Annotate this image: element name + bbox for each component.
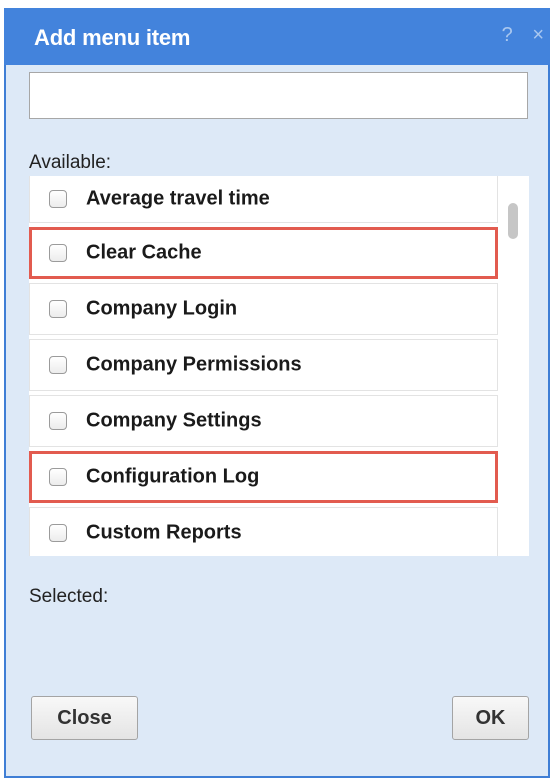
checkbox[interactable] bbox=[49, 412, 67, 430]
titlebar-icons: ? × bbox=[488, 24, 544, 47]
help-icon[interactable]: ? bbox=[502, 24, 513, 47]
available-list[interactable]: Average travel time Clear Cache Company Lo… bbox=[29, 176, 529, 556]
list-item-label: Company Settings bbox=[86, 409, 262, 432]
list-item[interactable]: Custom Reports bbox=[29, 507, 498, 556]
dialog-title: Add menu item bbox=[34, 25, 191, 50]
dialog-titlebar: Add menu item ? × bbox=[4, 8, 550, 65]
available-label: Available: bbox=[29, 152, 112, 173]
available-list-items: Average travel time Clear Cache Company Lo… bbox=[29, 176, 498, 556]
ok-button[interactable]: OK bbox=[452, 696, 529, 740]
checkbox[interactable] bbox=[49, 190, 67, 208]
checkbox[interactable] bbox=[49, 244, 67, 262]
checkbox[interactable] bbox=[49, 468, 67, 486]
list-item[interactable]: Clear Cache bbox=[29, 227, 498, 279]
list-item-label: Clear Cache bbox=[86, 241, 202, 264]
list-scrollbar[interactable] bbox=[501, 176, 529, 556]
list-item-label: Average travel time bbox=[86, 187, 270, 210]
close-icon[interactable]: × bbox=[532, 24, 544, 47]
list-item[interactable]: Configuration Log bbox=[29, 451, 498, 503]
checkbox[interactable] bbox=[49, 300, 67, 318]
close-button[interactable]: Close bbox=[31, 696, 138, 740]
scrollbar-thumb[interactable] bbox=[508, 203, 518, 239]
list-item-label: Company Login bbox=[86, 297, 238, 320]
list-item-label: Company Permissions bbox=[86, 353, 302, 376]
checkbox[interactable] bbox=[49, 524, 67, 542]
list-item[interactable]: Company Settings bbox=[29, 395, 498, 447]
list-item[interactable]: Company Login bbox=[29, 283, 498, 335]
list-item-label: Custom Reports bbox=[86, 521, 242, 544]
list-item-label: Configuration Log bbox=[86, 465, 260, 488]
list-item[interactable]: Average travel time bbox=[29, 176, 498, 223]
selected-label: Selected: bbox=[29, 586, 109, 607]
checkbox[interactable] bbox=[49, 356, 67, 374]
list-item[interactable]: Company Permissions bbox=[29, 339, 498, 391]
menu-item-search-input[interactable] bbox=[29, 72, 528, 119]
